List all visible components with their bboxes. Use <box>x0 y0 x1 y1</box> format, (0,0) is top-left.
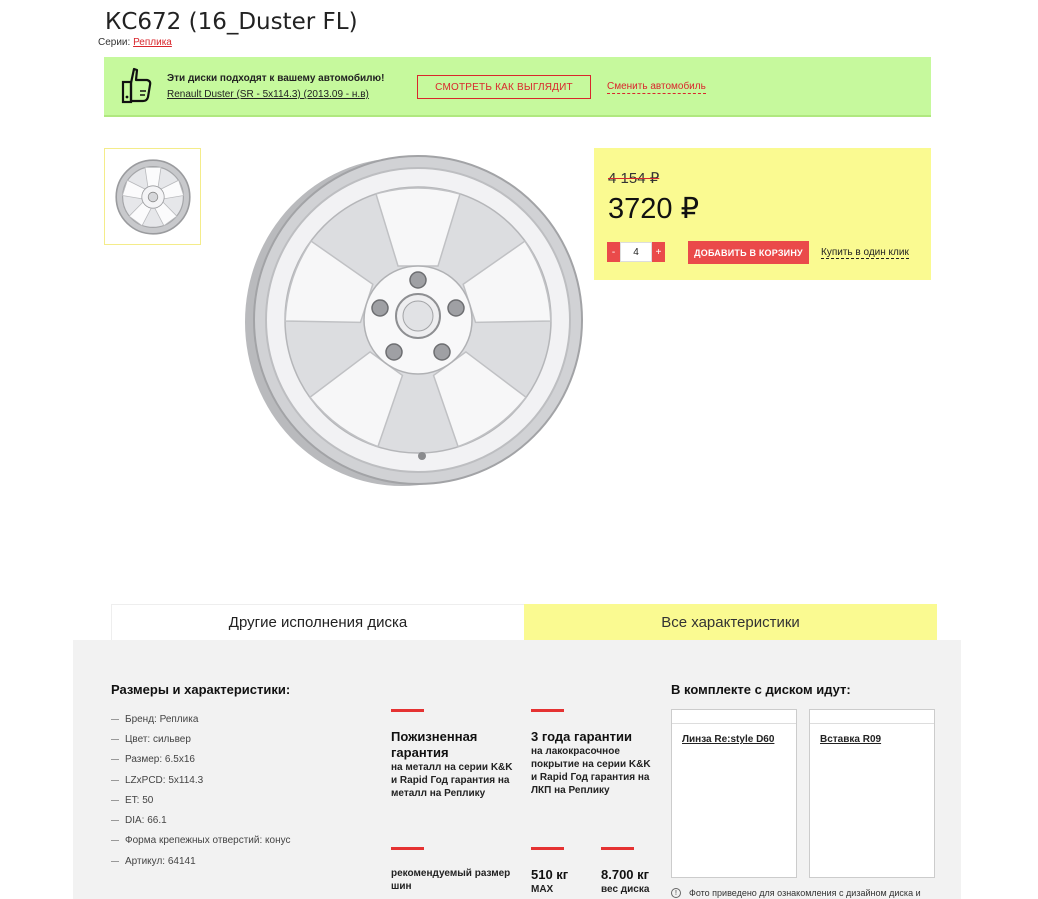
feature-max-load: 510 кг MAX <box>531 847 591 896</box>
change-car-link[interactable]: Сменить автомобиль <box>607 81 706 94</box>
fit-banner: Эти диски подходят к вашему автомобилю! … <box>104 57 931 117</box>
fit-car-link[interactable]: Renault Duster (SR - 5x114.3) (2013.09 -… <box>167 89 384 100</box>
product-title: КС672 (16_Duster FL) <box>105 9 358 35</box>
quantity-input[interactable]: 4 <box>620 242 652 262</box>
tab-all-specs[interactable]: Все характеристики <box>524 604 937 647</box>
quantity-decrease-button[interactable]: - <box>607 242 620 262</box>
quantity-stepper: - 4 + <box>607 242 665 262</box>
wheel-thumbnail[interactable] <box>104 148 201 245</box>
thumbs-up-icon <box>120 67 154 107</box>
series-line: Серии: Реплика <box>98 37 172 48</box>
wheel-main-image[interactable] <box>244 154 584 490</box>
feature-wheel-weight: 8.700 кг вес диска <box>601 847 671 896</box>
feature-tire-size: рекомендуемый размер шин <box>391 847 521 893</box>
buy-one-click-link[interactable]: Купить в один клик <box>821 247 909 259</box>
spec-item: LZxPCD: 5x114.3 <box>111 770 291 790</box>
spec-item: Размер: 6.5x16 <box>111 750 291 770</box>
feature-3-year-warranty: 3 года гарантии на лакокрасочное покрыти… <box>531 709 657 797</box>
specs-title: Размеры и характеристики: <box>111 682 291 697</box>
fit-message: Эти диски подходят к вашему автомобилю! <box>167 73 385 84</box>
old-price: 4 154 ₽ <box>608 170 660 187</box>
spec-item: Бренд: Реплика <box>111 709 291 729</box>
spec-item: DIA: 66.1 <box>111 810 291 830</box>
specs-list: Бренд: Реплика Цвет: сильвер Размер: 6.5… <box>111 709 291 871</box>
tab-other-versions[interactable]: Другие исполнения диска <box>111 604 524 640</box>
quantity-increase-button[interactable]: + <box>652 242 665 262</box>
series-label: Серии: <box>98 37 131 48</box>
see-how-it-looks-button[interactable]: СМОТРЕТЬ КАК ВЫГЛЯДИТ <box>417 75 591 99</box>
specs-panel: Размеры и характеристики: Бренд: Реплика… <box>73 640 961 899</box>
tab-bar: Другие исполнения диска Все характеристи… <box>111 604 937 647</box>
kit-item-insert[interactable]: Вставка R09 <box>809 709 935 878</box>
price-box: 4 154 ₽ 3720 ₽ - 4 + ДОБАВИТЬ В КОРЗИНУ … <box>594 148 931 280</box>
spec-item: Форма крепежных отверстий: конус <box>111 831 291 851</box>
current-price: 3720 ₽ <box>608 193 700 225</box>
photo-note: ! Фото приведено для ознакомления с диза… <box>671 888 921 898</box>
spec-item: Артикул: 64141 <box>111 851 291 871</box>
spec-item: Цвет: сильвер <box>111 729 291 749</box>
series-link[interactable]: Реплика <box>133 37 172 48</box>
feature-lifetime-warranty: Пожизненная гарантия на металл на серии … <box>391 709 521 800</box>
kit-item-lens[interactable]: Линза Re:style D60 <box>671 709 797 878</box>
wheel-thumbnail-image <box>114 158 191 235</box>
info-icon: ! <box>671 888 681 898</box>
add-to-cart-button[interactable]: ДОБАВИТЬ В КОРЗИНУ <box>688 241 809 264</box>
spec-item: ET: 50 <box>111 790 291 810</box>
kit-title: В комплекте с диском идут: <box>671 682 851 697</box>
